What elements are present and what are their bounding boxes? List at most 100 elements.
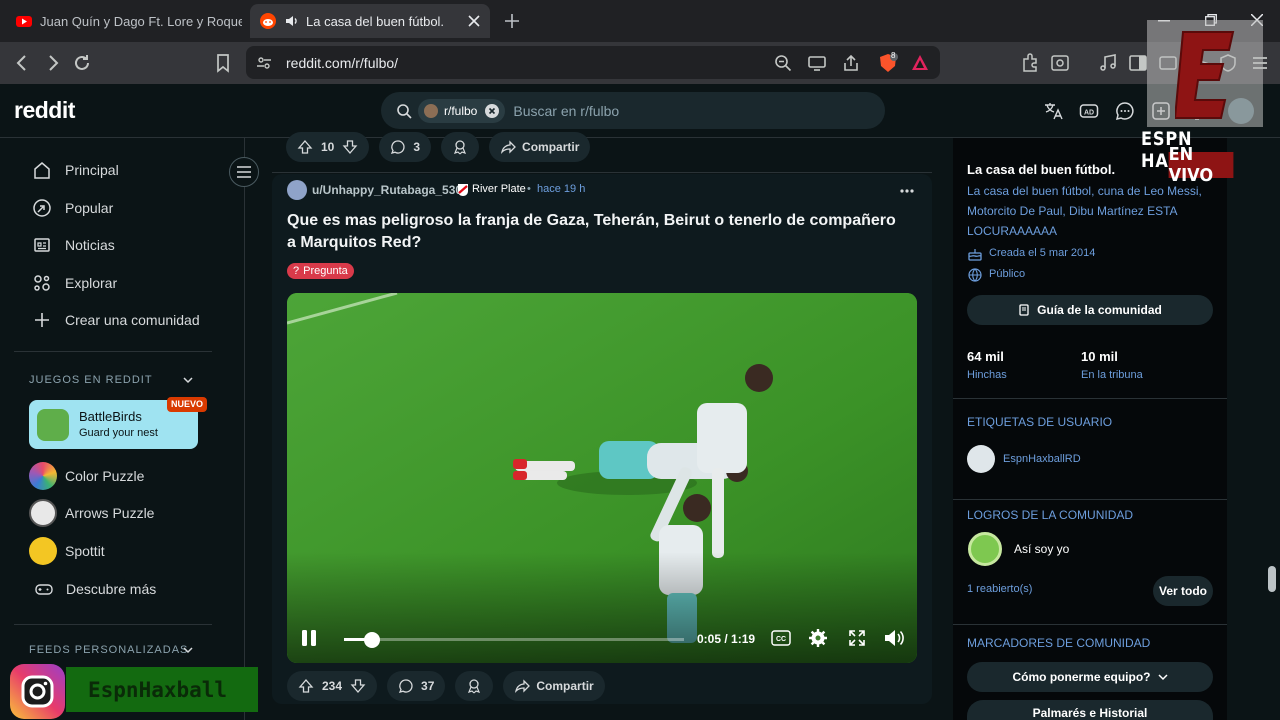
cast-icon[interactable] [808,54,826,72]
share-label: Compartir [522,140,580,154]
award-icon [454,140,467,155]
leo-icon[interactable] [1050,53,1070,73]
post-title[interactable]: Que es mas peligroso la franja de Gaza, … [287,210,907,254]
games-section-title: JUEGOS EN REDDIT [29,374,153,386]
sidebar-item-popular[interactable]: Popular [32,196,113,220]
upvote-icon[interactable] [298,678,314,694]
game-item-spottit[interactable]: Spottit [29,536,105,566]
post-actions: 234 37 Compartir [287,671,605,701]
new-tab-icon[interactable] [505,14,519,28]
award-button[interactable] [441,132,480,162]
upvote-icon[interactable] [297,139,313,155]
volume-icon[interactable] [884,629,904,647]
news-icon [34,238,50,252]
award-button[interactable] [455,671,494,701]
zoom-icon[interactable] [774,54,792,72]
speaker-icon[interactable] [284,13,300,29]
reddit-header: reddit r/fulbo Buscar en r/fulbo AD [0,84,1280,138]
address-bar[interactable]: reddit.com/r/fulbo/ 8 [246,46,940,79]
bookmark-button-equipo[interactable]: Cómo ponerme equipo? [967,662,1213,692]
site-info-icon[interactable] [256,55,272,71]
tab-title: La casa del buen fútbol. [306,13,445,29]
bookmark-icon[interactable] [213,53,233,73]
post-author[interactable]: u/Unhappy_Rutabaga_530 [312,183,462,197]
captions-icon[interactable]: CC [771,630,791,646]
online-label: En la tribuna [1081,369,1143,381]
vote-control: 10 [286,132,370,162]
pause-icon[interactable] [300,629,318,647]
chevron-down-icon[interactable] [182,644,194,656]
vote-count: 234 [322,679,343,693]
sidebar-item-principal[interactable]: Principal [32,158,119,182]
clear-chip-icon[interactable] [485,103,500,118]
espn-haxball-logo-panel [1147,20,1263,127]
created-date: Creada el 5 mar 2014 [989,247,1096,259]
sidebar-toggle-icon[interactable] [1128,53,1148,73]
sidebar-item-crear-comunidad[interactable]: Crear una comunidad [32,308,200,332]
post-flair-tag[interactable]: ? Pregunta [287,263,354,279]
svg-text:CC: CC [776,636,786,643]
online-count: 10 mil [1081,349,1118,364]
explore-icon [34,275,50,291]
fullscreen-icon[interactable] [849,630,865,646]
bookmark-button-palmares[interactable]: Palmarés e Historial [967,700,1213,720]
comments-button[interactable]: 37 [387,671,446,701]
svg-text:AD: AD [1084,110,1094,117]
tab-youtube[interactable]: Juan Quín y Dago Ft. Lore y Roque M [6,4,242,38]
user-flair-name[interactable]: EspnHaxballRD [1003,453,1081,465]
see-all-button[interactable]: Ver todo [1153,576,1213,606]
share-button[interactable]: Compartir [503,671,605,701]
river-plate-crest-icon [458,184,468,196]
extensions-icon[interactable] [1020,53,1040,73]
game-label: Descubre más [66,581,157,597]
vote-control: 234 [287,671,378,701]
gamepad-icon [35,584,53,595]
chevron-down-icon[interactable] [182,374,194,386]
reddit-icon [260,13,276,29]
close-tab-icon[interactable] [468,15,480,27]
forward-icon[interactable] [42,53,62,73]
rewards-icon[interactable] [911,54,929,72]
globe-icon [968,268,982,282]
spottit-icon [29,537,57,565]
more-options-icon[interactable] [900,189,914,193]
game-item-color-puzzle[interactable]: Color Puzzle [29,461,144,491]
divider [953,624,1227,625]
subreddit-chip[interactable]: r/fulbo [418,98,506,123]
tab-reddit[interactable]: La casa del buen fútbol. [250,4,490,38]
game-item-arrows-puzzle[interactable]: Arrows Puzzle [29,498,154,528]
game-item-descubre[interactable]: Descubre más [35,574,156,604]
music-icon[interactable] [1098,53,1118,73]
comment-icon [398,679,413,693]
sidebar-item-noticias[interactable]: Noticias [32,233,115,257]
divider [14,624,212,625]
sidebar-item-explorar[interactable]: Explorar [32,271,117,295]
youtube-icon [16,16,32,27]
video-player[interactable]: 0:05 / 1:19 CC [287,293,917,663]
reddit-logo[interactable]: reddit [14,97,75,124]
author-avatar[interactable] [287,180,307,200]
back-icon[interactable] [13,53,33,73]
search-bar[interactable]: r/fulbo Buscar en r/fulbo [381,92,885,129]
comments-button[interactable]: 3 [379,132,432,162]
settings-icon[interactable] [809,629,827,647]
share-button[interactable]: Compartir [489,132,591,162]
page-scrollbar-thumb[interactable] [1268,566,1276,592]
advertise-icon[interactable]: AD [1079,101,1099,121]
chat-icon[interactable] [1115,101,1135,121]
bookmark-label: Palmarés e Historial [1032,706,1148,720]
seek-handle[interactable] [364,632,380,648]
community-guide-button[interactable]: Guía de la comunidad [967,295,1213,325]
chevron-down-icon [1157,674,1168,681]
tag-label: Pregunta [303,265,348,277]
bookmark-label: Cómo ponerme equipo? [1012,670,1151,684]
translate-icon[interactable] [1043,101,1063,121]
url-text[interactable]: reddit.com/r/fulbo/ [286,55,398,71]
post-card[interactable]: u/Unhappy_Rutabaga_530 River Plate • hac… [272,174,932,704]
left-sidebar: Principal Popular Noticias Explorar Crea… [0,138,245,720]
reload-icon[interactable] [72,53,92,73]
downvote-icon[interactable] [350,678,366,694]
share-page-icon[interactable] [842,54,860,72]
downvote-icon[interactable] [342,139,358,155]
seek-track[interactable] [344,638,684,641]
